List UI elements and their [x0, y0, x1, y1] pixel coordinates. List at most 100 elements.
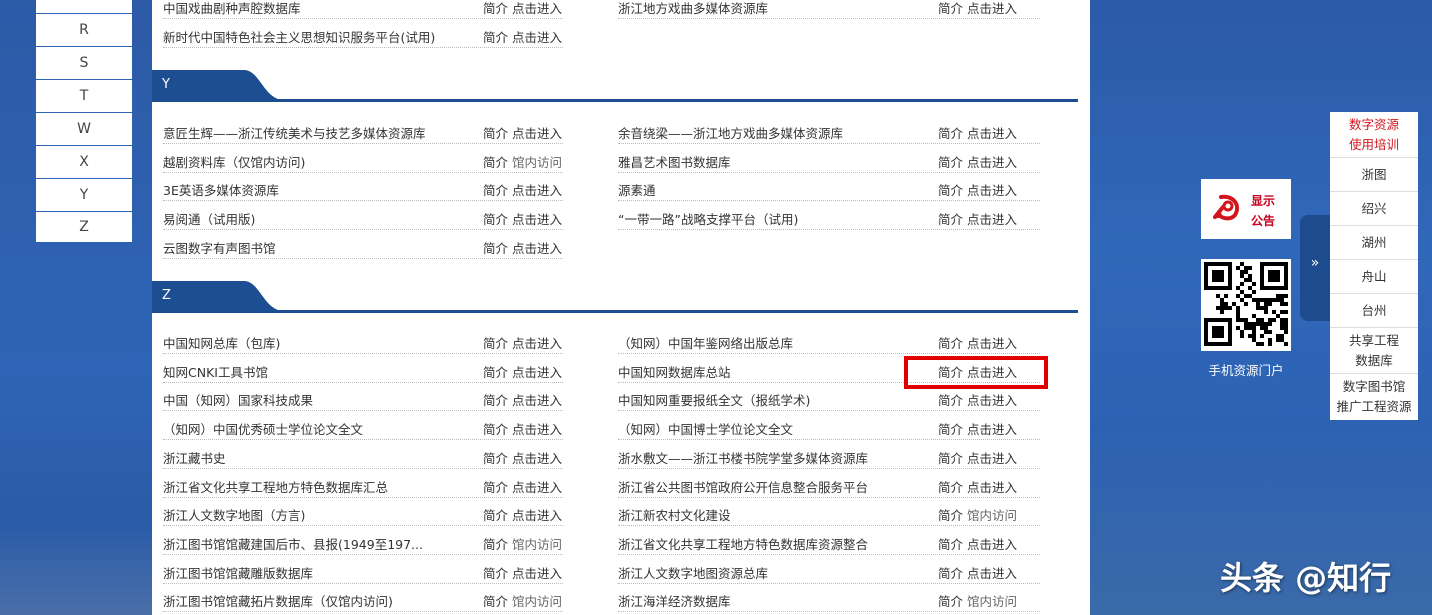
- database-link[interactable]: 浙江藏书史: [163, 448, 226, 467]
- intro-link[interactable]: 简介: [938, 212, 963, 227]
- intro-link[interactable]: 简介: [483, 508, 508, 523]
- enter-link[interactable]: 点击进入: [967, 1, 1017, 16]
- enter-link[interactable]: 点击进入: [512, 508, 562, 523]
- enter-link[interactable]: 点击进入: [967, 422, 1017, 437]
- database-link[interactable]: 浙江海洋经济数据库: [618, 591, 731, 610]
- intro-link[interactable]: 简介: [483, 336, 508, 351]
- alpha-item-z[interactable]: Z: [36, 212, 132, 242]
- intro-link[interactable]: 简介: [938, 537, 963, 552]
- database-link[interactable]: 浙江省公共图书馆政府公开信息整合服务平台: [618, 477, 868, 496]
- alpha-item-t[interactable]: T: [36, 80, 132, 113]
- intro-link[interactable]: 简介: [938, 393, 963, 408]
- enter-link[interactable]: 点击进入: [512, 480, 562, 495]
- enter-link[interactable]: 点击进入: [512, 126, 562, 141]
- database-link[interactable]: 浙江省文化共享工程地方特色数据库资源整合: [618, 534, 868, 553]
- enter-link[interactable]: 点击进入: [967, 451, 1017, 466]
- enter-link[interactable]: 点击进入: [967, 566, 1017, 581]
- database-link[interactable]: 浙江图书馆馆藏拓片数据库（仅馆内访问): [163, 591, 393, 610]
- database-link[interactable]: （知网）中国博士学位论文全文: [618, 419, 793, 438]
- alpha-item-s[interactable]: S: [36, 47, 132, 80]
- intro-link[interactable]: 简介: [483, 594, 508, 609]
- enter-link[interactable]: 点击进入: [512, 1, 562, 16]
- enter-link[interactable]: 点击进入: [512, 422, 562, 437]
- database-link[interactable]: 浙江图书馆馆藏雕版数据库: [163, 563, 313, 582]
- database-link[interactable]: 浙江人文数字地图资源总库: [618, 563, 768, 582]
- intro-link[interactable]: 简介: [483, 30, 508, 45]
- database-link[interactable]: 意匠生辉——浙江传统美术与技艺多媒体资源库: [163, 123, 426, 142]
- database-link[interactable]: 余音绕梁——浙江地方戏曲多媒体资源库: [618, 123, 843, 142]
- intro-link[interactable]: 简介: [483, 1, 508, 16]
- database-link[interactable]: 3E英语多媒体资源库: [163, 180, 279, 199]
- database-link[interactable]: 中国知网重要报纸全文（报纸学术): [618, 390, 810, 409]
- database-link[interactable]: 中国戏曲剧种声腔数据库: [163, 0, 301, 17]
- enter-link[interactable]: 点击进入: [967, 183, 1017, 198]
- intro-link[interactable]: 简介: [483, 451, 508, 466]
- database-link[interactable]: 知网CNKI工具书馆: [163, 362, 268, 381]
- side-item-huzhou[interactable]: 湖州: [1330, 226, 1418, 260]
- enter-link[interactable]: 点击进入: [512, 241, 562, 256]
- database-link[interactable]: 云图数字有声图书馆: [163, 238, 276, 257]
- database-link[interactable]: 浙水敷文——浙江书楼书院学堂多媒体资源库: [618, 448, 868, 467]
- intro-link[interactable]: 简介: [483, 212, 508, 227]
- enter-link[interactable]: 点击进入: [512, 566, 562, 581]
- enter-link[interactable]: 点击进入: [967, 155, 1017, 170]
- enter-link[interactable]: 点击进入: [967, 212, 1017, 227]
- alpha-item-r[interactable]: R: [36, 14, 132, 47]
- side-item-shared-project-db[interactable]: 共享工程 数据库: [1330, 328, 1418, 374]
- database-link[interactable]: 浙江图书馆馆藏建国后市、县报(1949至197...: [163, 534, 423, 553]
- database-link[interactable]: “一带一路”战略支撑平台（试用): [618, 209, 798, 228]
- intro-link[interactable]: 简介: [483, 155, 508, 170]
- alpha-item-x[interactable]: X: [36, 146, 132, 179]
- intro-link[interactable]: 简介: [938, 336, 963, 351]
- intro-link[interactable]: 简介: [483, 393, 508, 408]
- intro-link[interactable]: 简介: [938, 508, 963, 523]
- intro-link[interactable]: 简介: [483, 183, 508, 198]
- intro-link[interactable]: 简介: [938, 1, 963, 16]
- intro-link[interactable]: 简介: [483, 241, 508, 256]
- database-link[interactable]: 浙江省文化共享工程地方特色数据库汇总: [163, 477, 388, 496]
- intro-link[interactable]: 简介: [938, 566, 963, 581]
- database-link[interactable]: （知网）中国年鉴网络出版总库: [618, 333, 793, 352]
- database-link[interactable]: 雅昌艺术图书数据库: [618, 152, 731, 171]
- enter-link[interactable]: 馆内访问: [967, 594, 1017, 609]
- intro-link[interactable]: 简介: [483, 480, 508, 495]
- intro-link[interactable]: 简介: [483, 422, 508, 437]
- enter-link[interactable]: 馆内访问: [512, 594, 562, 609]
- enter-link[interactable]: 馆内访问: [512, 155, 562, 170]
- intro-link[interactable]: 简介: [483, 566, 508, 581]
- enter-link[interactable]: 点击进入: [967, 393, 1017, 408]
- sidebar-collapse-toggle[interactable]: »: [1300, 215, 1330, 321]
- intro-link[interactable]: 简介: [483, 126, 508, 141]
- enter-link[interactable]: 点击进入: [512, 451, 562, 466]
- side-item-taizhou[interactable]: 台州: [1330, 294, 1418, 328]
- intro-link[interactable]: 简介: [938, 155, 963, 170]
- alpha-item-w[interactable]: W: [36, 113, 132, 146]
- database-link[interactable]: （知网）中国优秀硕士学位论文全文: [163, 419, 363, 438]
- enter-link[interactable]: 点击进入: [967, 336, 1017, 351]
- side-item-shaoxing[interactable]: 绍兴: [1330, 192, 1418, 226]
- database-link[interactable]: 中国知网数据库总站: [618, 362, 731, 381]
- intro-link[interactable]: 简介: [938, 126, 963, 141]
- alpha-item-partial[interactable]: [36, 0, 132, 14]
- show-notice-button[interactable]: 显示 公告: [1201, 179, 1291, 239]
- enter-link[interactable]: 点击进入: [512, 183, 562, 198]
- database-link[interactable]: 中国知网总库（包库): [163, 333, 280, 352]
- enter-link[interactable]: 点击进入: [967, 480, 1017, 495]
- side-item-zhetu[interactable]: 浙图: [1330, 158, 1418, 192]
- database-link[interactable]: 浙江地方戏曲多媒体资源库: [618, 0, 768, 17]
- intro-link[interactable]: 简介: [938, 183, 963, 198]
- database-link[interactable]: 浙江人文数字地图（方言): [163, 505, 305, 524]
- intro-link[interactable]: 简介: [483, 537, 508, 552]
- enter-link[interactable]: 馆内访问: [512, 537, 562, 552]
- database-link[interactable]: 中国（知网）国家科技成果: [163, 390, 313, 409]
- side-item-digital-training[interactable]: 数字资源 使用培训: [1330, 112, 1418, 158]
- side-item-zhoushan[interactable]: 舟山: [1330, 260, 1418, 294]
- enter-link[interactable]: 点击进入: [967, 537, 1017, 552]
- enter-link[interactable]: 点击进入: [512, 30, 562, 45]
- intro-link[interactable]: 简介: [938, 594, 963, 609]
- database-link[interactable]: 浙江新农村文化建设: [618, 505, 731, 524]
- enter-link[interactable]: 点击进入: [512, 393, 562, 408]
- database-link[interactable]: 新时代中国特色社会主义思想知识服务平台(试用): [163, 27, 435, 46]
- intro-link[interactable]: 简介: [938, 480, 963, 495]
- enter-link[interactable]: 点击进入: [512, 336, 562, 351]
